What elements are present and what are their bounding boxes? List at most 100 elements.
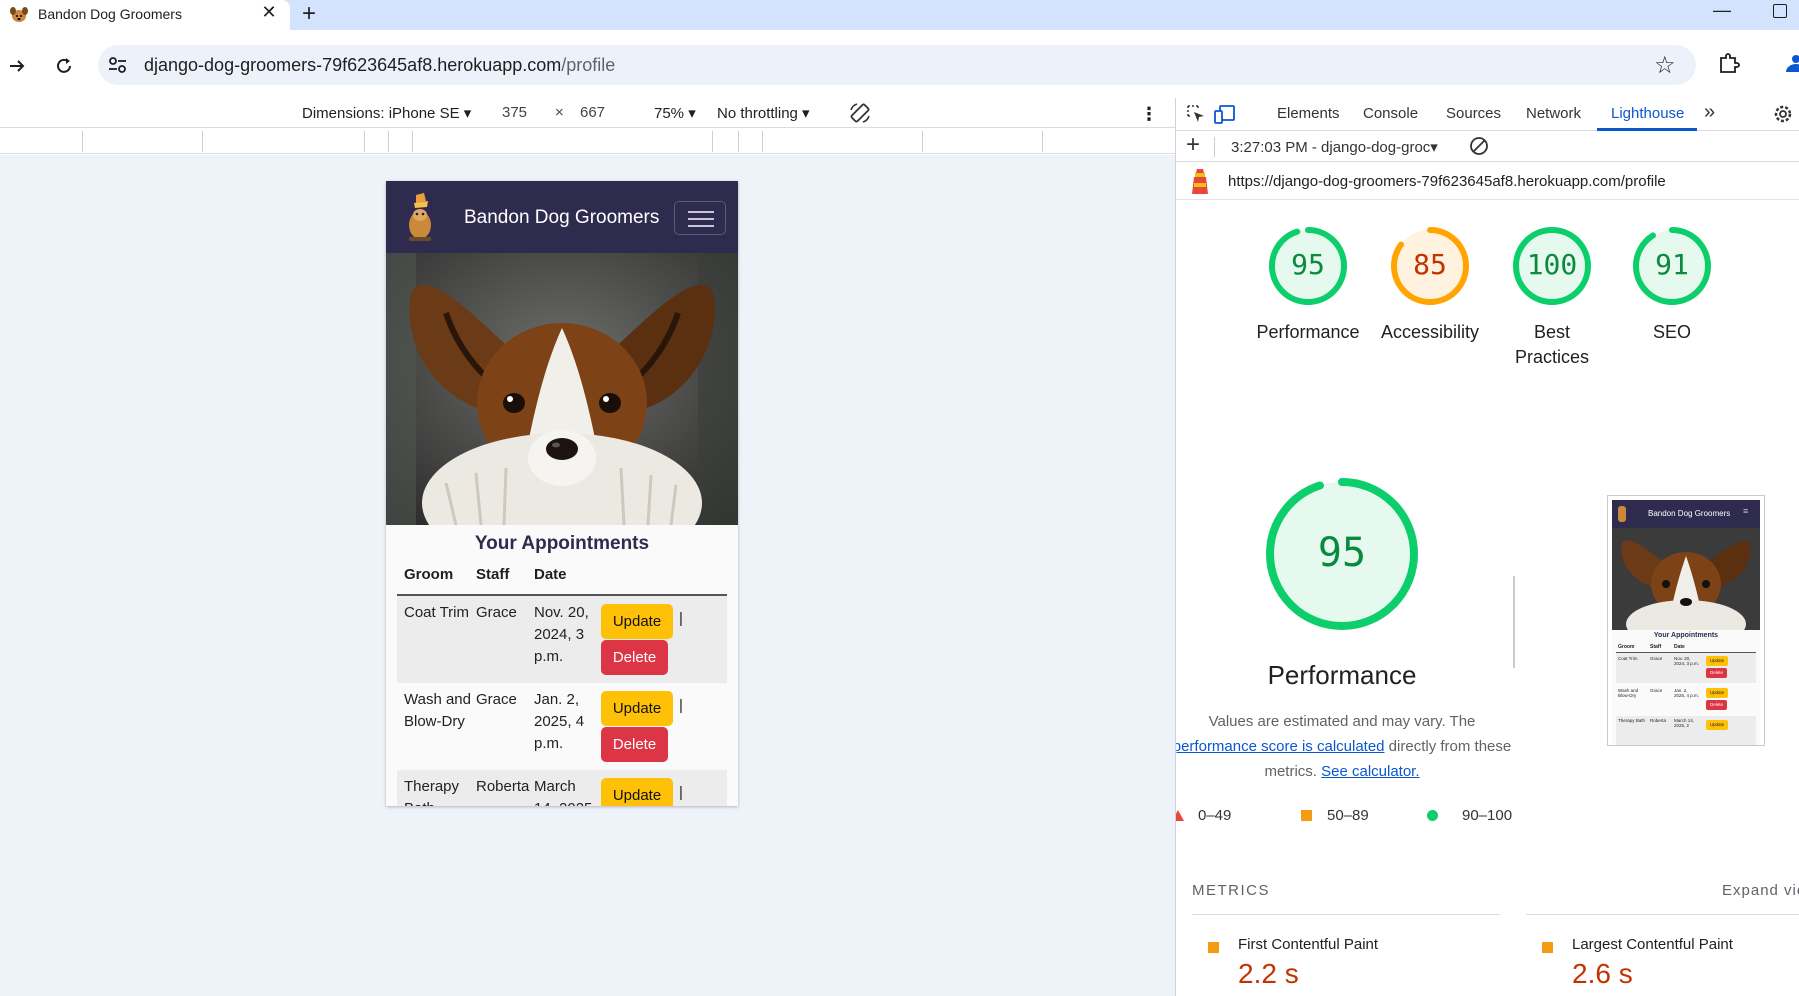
tab-close-icon[interactable]: ✕ [258, 2, 280, 23]
row-groom: Coat Trim [404, 604, 470, 621]
toolbar-separator [1214, 137, 1215, 157]
thumb-col-staff: Staff [1650, 644, 1662, 650]
thumb-delete-button: Delete [1706, 668, 1727, 678]
delete-button[interactable]: Delete [601, 640, 668, 675]
legend-average: 50–89 [1327, 807, 1369, 824]
row-date: March14, 2025 [534, 778, 592, 806]
thumb-row-groom: Coat Trim [1618, 656, 1638, 661]
thumb-row-date: Jan. 2, 2025, 4 p.m. [1674, 688, 1700, 698]
report-selector-dropdown[interactable]: 3:27:03 PM - django-dog-groc▾ [1231, 138, 1438, 156]
tab-strip: Bandon Dog Groomers ✕ + — [0, 0, 1799, 30]
metric-divider [1192, 914, 1500, 915]
score-calculated-link[interactable]: performance score is calculated [1176, 738, 1385, 755]
more-tabs-icon[interactable]: » [1704, 101, 1715, 124]
expand-view-toggle[interactable]: Expand view [1722, 882, 1799, 899]
thumb-menu-icon: ≡ [1743, 506, 1749, 516]
vertical-divider [1513, 576, 1515, 668]
update-button[interactable]: Update [601, 778, 673, 806]
score-gauge-seo[interactable]: 91 SEO [1612, 224, 1732, 345]
zoom-dropdown[interactable]: 75% ▾ [654, 104, 696, 122]
average-square-icon [1301, 810, 1312, 821]
media-query-ruler [0, 129, 1175, 154]
row-date: Nov. 20, 2024, 3 p.m. [534, 604, 589, 665]
more-options-icon[interactable]: ⋮ [1140, 104, 1158, 125]
site-navbar: Bandon Dog Groomers [386, 181, 738, 253]
pass-circle-icon [1427, 810, 1438, 821]
row-groom: Wash and Blow-Dry [404, 691, 471, 730]
extensions-icon[interactable] [1718, 52, 1740, 74]
thumb-row-staff: Roberta [1650, 718, 1667, 723]
site-brand[interactable]: Bandon Dog Groomers [464, 207, 659, 229]
delete-button[interactable]: Delete [601, 727, 668, 762]
maximize-icon[interactable] [1773, 4, 1787, 18]
site-info-icon[interactable] [106, 54, 130, 76]
minimize-icon[interactable]: — [1713, 0, 1731, 21]
tab-lighthouse[interactable]: Lighthouse [1611, 105, 1684, 122]
device-height-input[interactable]: 667 [580, 104, 605, 121]
device-dimensions-dropdown[interactable]: Dimensions: iPhone SE ▾ [302, 104, 471, 122]
thumb-row-date: March 14, 2025, 2 [1674, 718, 1695, 728]
update-button[interactable]: Update [601, 604, 673, 639]
url-text: django-dog-groomers-79f623645af8.herokua… [144, 55, 616, 75]
score-gauge-best-practices[interactable]: 100 Best Practices [1492, 224, 1612, 370]
thumb-title: Your Appointments [1653, 632, 1719, 639]
browser-tab[interactable]: Bandon Dog Groomers ✕ [0, 0, 290, 30]
tab-network[interactable]: Network [1526, 105, 1581, 122]
devtools-panel: Elements Console Sources Network Lightho… [1175, 98, 1799, 996]
metric-value-lcp: 2.6 s [1572, 958, 1633, 989]
performance-heading: Performance [1267, 660, 1417, 690]
see-calculator-link[interactable]: See calculator. [1321, 763, 1419, 780]
fail-triangle-icon [1176, 810, 1184, 821]
inspect-element-icon[interactable] [1186, 104, 1206, 124]
gauge-label: SEO [1652, 322, 1691, 342]
bookmark-star-icon[interactable]: ☆ [1654, 51, 1676, 80]
address-bar[interactable]: django-dog-groomers-79f623645af8.herokua… [98, 45, 1696, 85]
thumb-delete-button: Delete [1706, 700, 1727, 710]
lighthouse-toolbar: + 3:27:03 PM - django-dog-groc▾ [1176, 131, 1799, 162]
table-row: Wash and Blow-Dry Grace Jan. 2, 2025, 4 p.m… [397, 683, 727, 770]
forward-icon[interactable] [8, 57, 26, 75]
metric-label-fcp: First Contentful Paint [1238, 936, 1379, 953]
device-width-input[interactable]: 375 [502, 104, 527, 121]
thumb-appointments: Your Appointments Groom Staff Date Coat … [1612, 630, 1760, 745]
table-row: TherapyBath Roberta March14, 2025 Update… [397, 770, 727, 806]
thumb-navbar: Bandon Dog Groomers ≡ [1612, 500, 1760, 528]
fcp-average-square-icon [1208, 942, 1219, 953]
gauge-score-value: 91 [1655, 248, 1689, 281]
thumb-logo-icon [1618, 506, 1626, 522]
lcp-average-square-icon [1542, 942, 1553, 953]
tab-elements[interactable]: Elements [1277, 105, 1340, 122]
column-header-date: Date [534, 566, 567, 583]
thumb-col-date: Date [1674, 644, 1685, 650]
thumb-update-button: Update [1706, 688, 1728, 698]
tab-console[interactable]: Console [1363, 105, 1418, 122]
devtools-tabbar: Elements Console Sources Network Lightho… [1176, 98, 1799, 131]
device-toolbar-toggle-icon[interactable] [1214, 104, 1236, 124]
profile-icon[interactable] [1782, 52, 1799, 74]
throttling-dropdown[interactable]: No throttling ▾ [717, 104, 810, 122]
metric-value-fcp: 2.2 s [1238, 958, 1299, 989]
dimension-times: × [555, 104, 564, 121]
update-button[interactable]: Update [601, 691, 673, 726]
dog-favicon-icon [10, 7, 28, 22]
navbar-toggler-icon[interactable] [674, 201, 726, 235]
final-screenshot-thumbnail[interactable]: Bandon Dog Groomers ≡ Your Appointments … [1607, 495, 1765, 746]
tab-sources[interactable]: Sources [1446, 105, 1501, 122]
settings-gear-icon[interactable] [1772, 103, 1794, 125]
browser-toolbar: django-dog-groomers-79f623645af8.herokua… [0, 30, 1799, 98]
lighthouse-dog-logo-icon[interactable] [402, 191, 438, 243]
score-gauge-performance[interactable]: 95 Performance [1248, 224, 1368, 345]
gauge-score-value: 95 [1291, 248, 1325, 281]
metric-divider [1526, 914, 1799, 915]
rotate-icon[interactable] [848, 101, 872, 125]
thumb-row-groom: Therapy Bath [1618, 718, 1646, 723]
score-gauge-accessibility[interactable]: 85 Accessibility [1370, 224, 1490, 345]
row-groom: TherapyBath [404, 778, 460, 806]
new-report-icon[interactable]: + [1186, 131, 1200, 159]
column-header-staff: Staff [476, 566, 510, 583]
new-tab-button[interactable]: + [302, 0, 316, 28]
reload-icon[interactable] [54, 56, 74, 76]
gauge-label: Performance [1256, 322, 1360, 342]
clear-reports-icon[interactable] [1469, 136, 1489, 156]
appointments-section: Your Appointments Groom Staff Date Coat … [386, 525, 738, 806]
